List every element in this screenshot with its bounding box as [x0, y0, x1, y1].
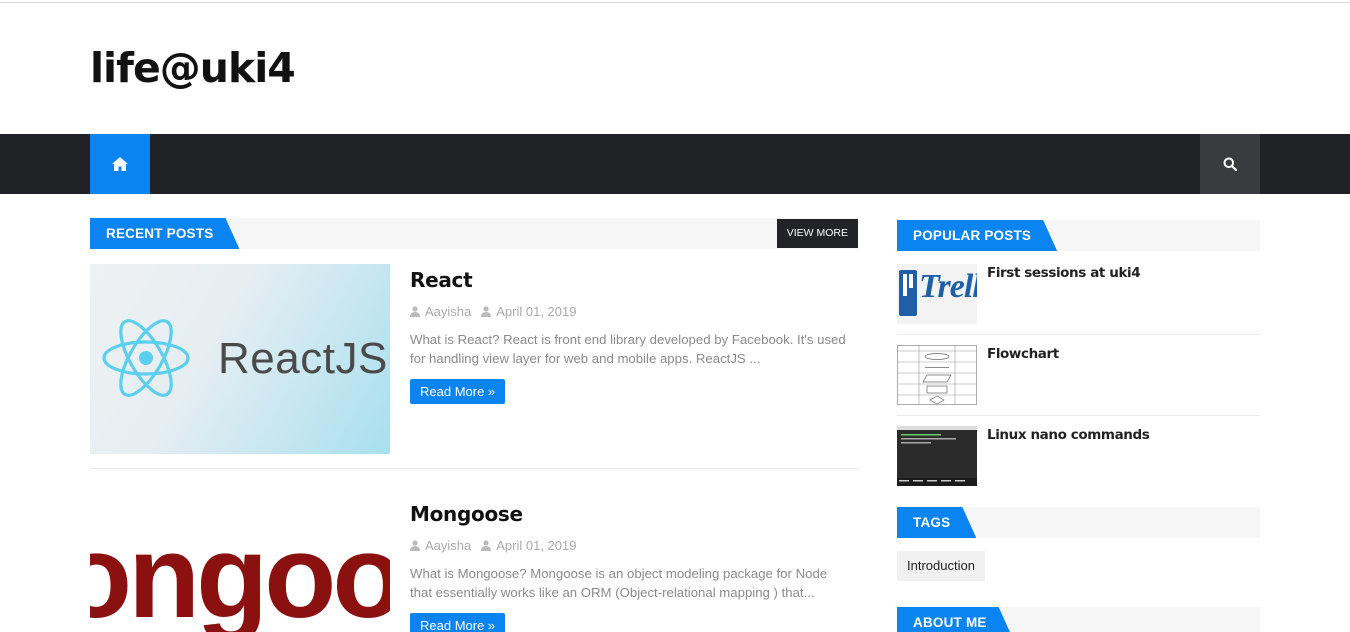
thumbnail-reactjs-text: ReactJS: [218, 334, 388, 383]
read-more-button[interactable]: Read More »: [410, 379, 506, 404]
about-me-heading: ABOUT ME: [897, 607, 1013, 632]
popular-posts-heading: POPULAR POSTS: [897, 220, 1057, 251]
search-button[interactable]: [1200, 134, 1260, 194]
terminal-screenshot-icon: [897, 426, 977, 486]
post-author[interactable]: Aayisha: [425, 538, 471, 553]
popular-post-thumbnail[interactable]: Trello: [897, 264, 977, 324]
user-icon: [410, 540, 420, 551]
post-card-mongoose: ongoo Mongoose Aayisha April 01, 2019 Wh…: [90, 498, 860, 632]
top-border: [0, 2, 1350, 3]
about-me-header: ABOUT ME: [897, 607, 1260, 632]
post-title[interactable]: Mongoose: [410, 502, 523, 526]
post-excerpt: What is React? React is front end librar…: [410, 332, 846, 366]
tags-header: TAGS: [897, 507, 1260, 538]
user-icon: [481, 306, 492, 317]
popular-posts-header: POPULAR POSTS: [897, 220, 1260, 251]
popular-divider: [897, 334, 1260, 335]
recent-posts-header: RECENT POSTS VIEW MORE: [90, 218, 858, 249]
post-author[interactable]: Aayisha: [425, 304, 471, 319]
post-thumbnail-react[interactable]: ReactJS: [90, 264, 390, 454]
thumbnail-trello-text: Trello: [919, 268, 977, 305]
flowchart-table-icon: [897, 345, 977, 405]
popular-post-item: Flowchart: [897, 345, 1260, 405]
thumbnail-mongoose-text: ongoo: [90, 511, 390, 632]
home-icon: [112, 157, 128, 171]
post-excerpt: What is Mongoose? Mongoose is an object …: [410, 566, 828, 600]
recent-posts-heading: RECENT POSTS: [90, 218, 239, 249]
main-navbar: [0, 134, 1350, 194]
post-date: April 01, 2019: [496, 304, 577, 319]
post-thumbnail-mongoose[interactable]: ongoo: [90, 498, 390, 632]
post-title[interactable]: React: [410, 268, 473, 292]
post-divider: [90, 468, 860, 469]
popular-post-title[interactable]: Linux nano commands: [987, 427, 1150, 443]
post-meta: Aayisha April 01, 2019: [410, 304, 586, 319]
read-more-button[interactable]: Read More »: [410, 613, 506, 632]
post-meta: Aayisha April 01, 2019: [410, 538, 586, 553]
site-title[interactable]: life@uki4: [90, 44, 296, 92]
home-button[interactable]: [90, 134, 150, 194]
popular-post-title[interactable]: Flowchart: [987, 346, 1059, 362]
search-icon: [1223, 157, 1237, 171]
popular-divider: [897, 415, 1260, 416]
tag-introduction[interactable]: Introduction: [897, 551, 985, 581]
post-date: April 01, 2019: [496, 538, 577, 553]
user-icon: [481, 540, 492, 551]
popular-post-item: Trello First sessions at uki4: [897, 264, 1260, 324]
popular-post-item: Linux nano commands: [897, 426, 1260, 486]
popular-post-title[interactable]: First sessions at uki4: [987, 265, 1141, 281]
post-card-react: ReactJS React Aayisha April 01, 2019 Wha…: [90, 264, 860, 454]
popular-post-thumbnail[interactable]: [897, 426, 977, 486]
popular-post-thumbnail[interactable]: [897, 345, 977, 405]
tags-heading: TAGS: [897, 507, 976, 538]
view-more-button[interactable]: VIEW MORE: [776, 219, 858, 248]
user-icon: [410, 306, 420, 317]
